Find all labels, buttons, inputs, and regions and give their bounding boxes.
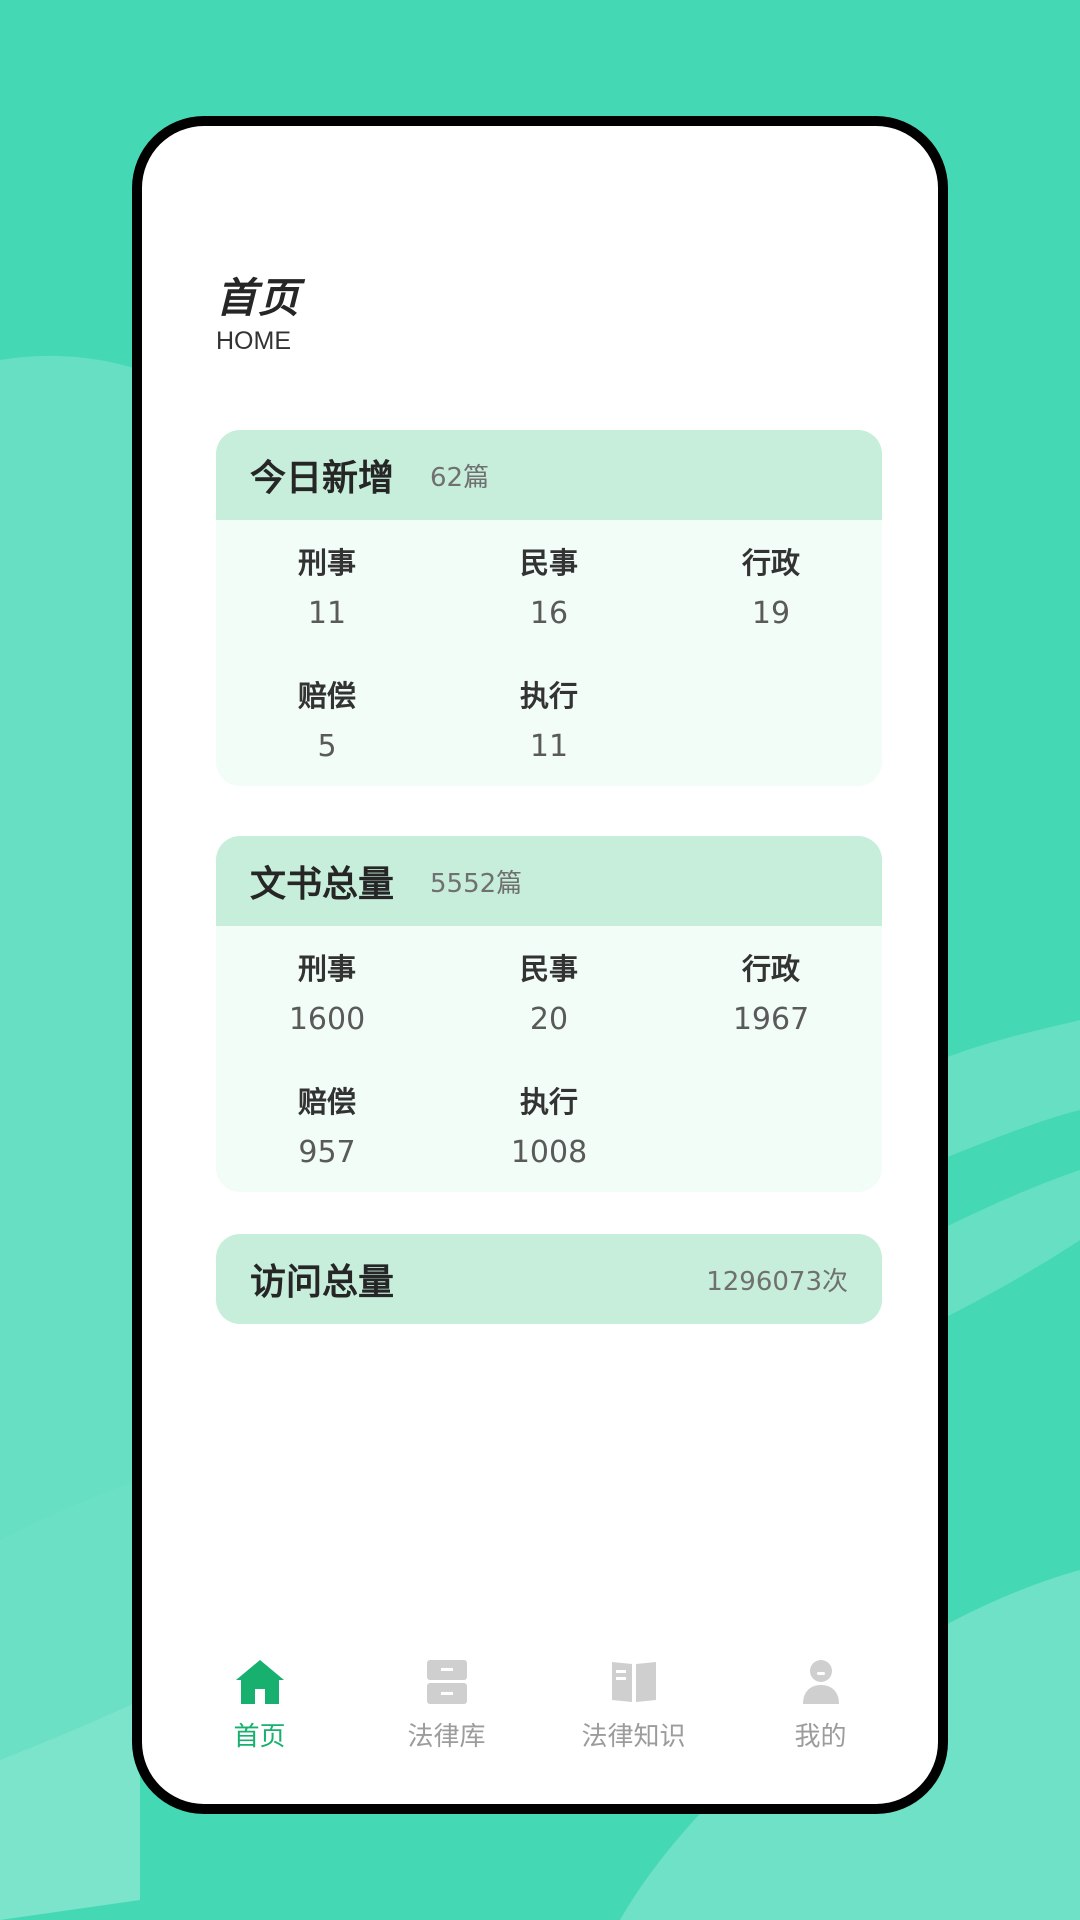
total-visits-card[interactable]: 访问总量 1296073次 — [216, 1234, 882, 1324]
home-icon — [235, 1660, 284, 1704]
tab-label: 我的 — [794, 1722, 847, 1752]
user-icon — [802, 1660, 839, 1704]
cabinet-icon — [426, 1660, 467, 1704]
bottom-tab-bar: 首页 法律库 法律知识 我的 — [142, 1658, 938, 1768]
tab-mine[interactable]: 我的 — [727, 1658, 914, 1768]
tab-law-knowledge[interactable]: 法律知识 — [540, 1658, 727, 1768]
stat-label: 赔偿 — [297, 679, 356, 713]
total-docs-count: 5552篇 — [430, 868, 523, 899]
stat-item-civil[interactable]: 民事 20 — [438, 944, 660, 1077]
tab-law-library[interactable]: 法律库 — [353, 1658, 540, 1768]
stat-item-administrative[interactable]: 行政 1967 — [660, 944, 882, 1077]
stat-label: 执行 — [519, 1085, 578, 1119]
stat-item-execution[interactable]: 执行 11 — [438, 671, 660, 786]
tab-label: 法律库 — [407, 1722, 486, 1752]
tab-home[interactable]: 首页 — [166, 1658, 353, 1768]
total-docs-card[interactable]: 文书总量 5552篇 刑事 1600 民事 20 行政 1967 赔偿 957 … — [216, 836, 882, 1192]
stat-value: 1967 — [732, 1002, 810, 1037]
stat-label: 民事 — [519, 952, 578, 986]
stat-item-execution[interactable]: 执行 1008 — [438, 1077, 660, 1192]
stat-label: 行政 — [741, 546, 800, 580]
stat-item-compensation[interactable]: 赔偿 957 — [216, 1077, 438, 1192]
page-title: 首页 — [216, 274, 300, 322]
stat-value: 11 — [529, 729, 569, 764]
total-docs-grid: 刑事 1600 民事 20 行政 1967 赔偿 957 执行 1008 — [216, 926, 882, 1192]
stat-value: 11 — [307, 596, 347, 631]
stat-item-criminal[interactable]: 刑事 1600 — [216, 944, 438, 1077]
app-screen: 首页 HOME 今日新增 62篇 刑事 11 民事 16 行政 19 赔偿 5 … — [142, 126, 938, 1804]
stat-item-civil[interactable]: 民事 16 — [438, 538, 660, 671]
total-visits-title: 访问总量 — [250, 1262, 395, 1303]
stat-label: 赔偿 — [297, 1085, 356, 1119]
today-new-card[interactable]: 今日新增 62篇 刑事 11 民事 16 行政 19 赔偿 5 执行 11 — [216, 430, 882, 786]
stat-label: 刑事 — [297, 952, 356, 986]
tab-label: 法律知识 — [581, 1722, 686, 1752]
today-new-count: 62篇 — [430, 462, 490, 493]
today-new-title: 今日新增 — [250, 458, 395, 499]
stat-item-administrative[interactable]: 行政 19 — [660, 538, 882, 671]
stat-item-criminal[interactable]: 刑事 11 — [216, 538, 438, 671]
stat-value: 957 — [298, 1135, 356, 1170]
total-docs-title: 文书总量 — [250, 864, 395, 905]
stat-value: 20 — [529, 1002, 569, 1037]
today-new-grid: 刑事 11 民事 16 行政 19 赔偿 5 执行 11 — [216, 520, 882, 786]
stat-value: 19 — [751, 596, 791, 631]
stat-label: 执行 — [519, 679, 578, 713]
stat-value: 1600 — [288, 1002, 366, 1037]
stat-item-compensation[interactable]: 赔偿 5 — [216, 671, 438, 786]
stat-value: 5 — [317, 729, 337, 764]
total-visits-count: 1296073次 — [706, 1266, 848, 1297]
total-docs-header: 文书总量 5552篇 — [216, 836, 882, 926]
today-new-header: 今日新增 62篇 — [216, 430, 882, 520]
stat-label: 刑事 — [297, 546, 356, 580]
stat-label: 民事 — [519, 546, 578, 580]
stat-value: 1008 — [510, 1135, 588, 1170]
page-subtitle: HOME — [216, 327, 291, 355]
phone-frame: 首页 HOME 今日新增 62篇 刑事 11 民事 16 行政 19 赔偿 5 … — [132, 116, 948, 1814]
tab-label: 首页 — [233, 1722, 286, 1752]
stat-label: 行政 — [741, 952, 800, 986]
book-icon — [611, 1662, 656, 1702]
stat-value: 16 — [529, 596, 569, 631]
